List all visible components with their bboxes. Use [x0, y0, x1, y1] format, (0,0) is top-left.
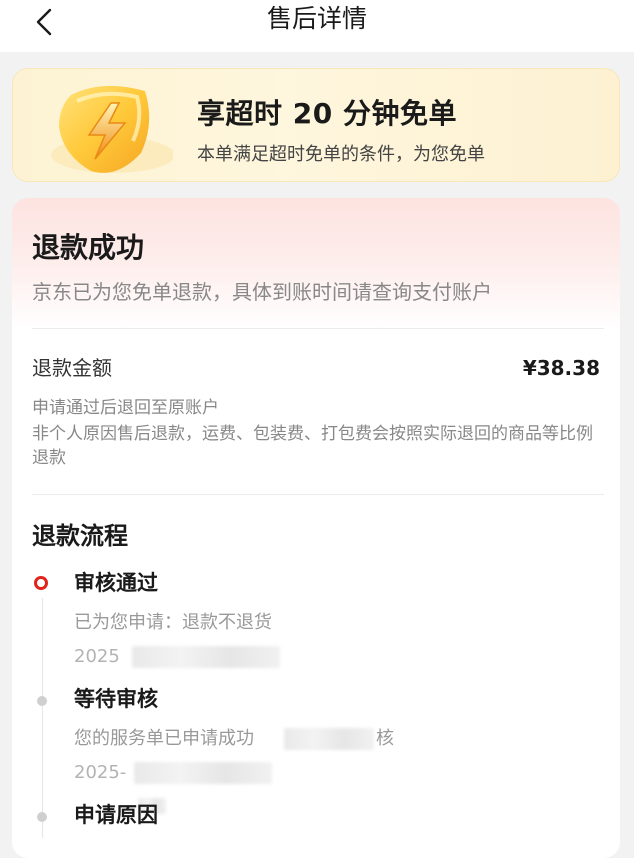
redacted-timestamp — [134, 762, 272, 784]
refund-amount-value: ¥38.38 — [522, 356, 600, 380]
step-title-pending: 等待审核 — [74, 687, 158, 711]
redacted-text — [284, 728, 374, 750]
step-time-pending: 2025- — [74, 762, 127, 783]
free-order-banner: 享超时 20 分钟免单 本单满足超时免单的条件，为您免单 — [12, 68, 620, 182]
refund-note-line1: 申请通过后退回至原账户 — [32, 398, 219, 418]
refund-flow-title: 退款流程 — [32, 522, 128, 550]
refund-detail-card: 退款成功 京东已为您免单退款，具体到账时间请查询支付账户 退款金额 ¥38.38… — [12, 198, 620, 858]
top-nav-bar: 售后详情 — [0, 0, 634, 52]
timeline-dot — [37, 812, 47, 822]
step-title-reason: 申请原因 — [74, 803, 158, 827]
refund-status-description: 京东已为您免单退款，具体到账时间请查询支付账户 — [32, 280, 492, 304]
timeline-dot-active — [34, 576, 48, 590]
step-desc-pending: 您的服务单已申请成功 — [74, 728, 254, 749]
promo-title: 享超时 20 分钟免单 — [197, 97, 457, 130]
step-desc-pending-tail: 核 — [376, 728, 394, 749]
step-desc-approved: 已为您申请：退款不退货 — [74, 612, 272, 633]
promo-subtitle: 本单满足超时免单的条件，为您免单 — [197, 144, 485, 165]
refund-status-title: 退款成功 — [32, 231, 145, 264]
lightning-shield-icon — [51, 85, 173, 173]
refund-note-line2: 非个人原因售后退款，运费、包装费、打包费会按照实际退回的商品等比例退款 — [32, 424, 593, 468]
timeline-line — [42, 598, 43, 838]
page-title: 售后详情 — [266, 4, 367, 33]
step-time-approved: 2025 — [74, 646, 120, 667]
divider — [32, 494, 604, 495]
divider — [32, 328, 604, 329]
redacted-timestamp — [132, 646, 280, 668]
refund-amount-label: 退款金额 — [32, 356, 112, 380]
timeline-dot — [37, 696, 47, 706]
step-title-approved: 审核通过 — [74, 571, 158, 595]
